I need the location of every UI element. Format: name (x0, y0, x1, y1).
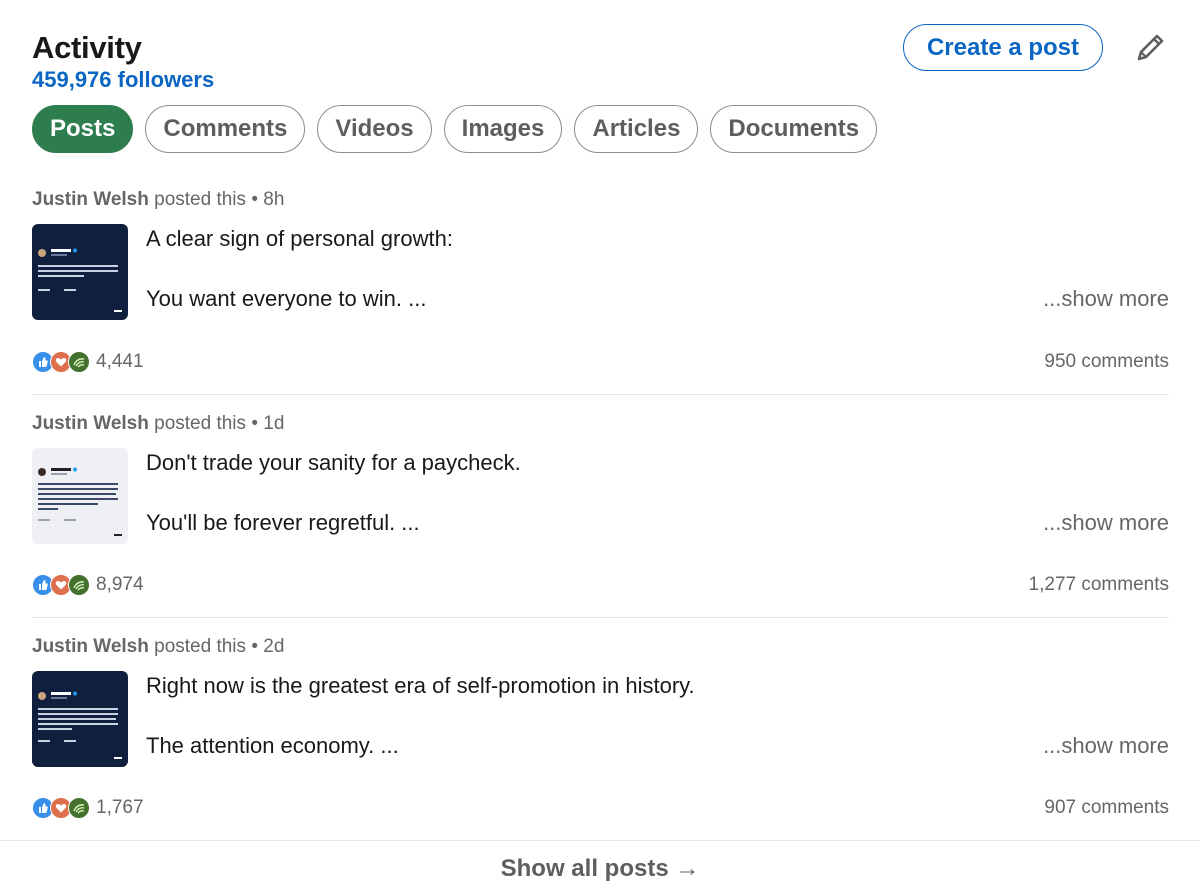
reaction-count: 1,767 (96, 797, 144, 818)
post-item[interactable]: Justin Welsh posted this • 1d Don't trad… (32, 412, 1169, 596)
post-body[interactable]: Don't trade your sanity for a paycheck. … (32, 448, 1169, 568)
post-text-line: A clear sign of personal growth: (146, 226, 453, 251)
show-all-posts-link[interactable]: Show all posts → (0, 855, 1200, 883)
divider (0, 840, 1200, 841)
filter-videos[interactable]: Videos (317, 105, 432, 153)
page-title: Activity (32, 30, 142, 65)
meta-separator: • (251, 413, 258, 434)
post-meta: Justin Welsh posted this • 1d (32, 412, 1169, 436)
post-action: posted this (154, 189, 247, 210)
pencil-icon (1137, 34, 1164, 61)
support-reaction-icon (68, 797, 90, 819)
comments-count[interactable]: 1,277 comments (1029, 574, 1169, 596)
support-reaction-icon (68, 574, 90, 596)
show-more-link[interactable]: ...show more (1043, 732, 1169, 760)
edit-button[interactable] (1132, 28, 1170, 66)
post-text-line: Right now is the greatest era of self-pr… (146, 673, 695, 698)
comments-count[interactable]: 950 comments (1044, 351, 1169, 373)
reactions-summary[interactable]: 8,974 (32, 574, 144, 596)
create-post-button[interactable]: Create a post (903, 24, 1103, 71)
post-body[interactable]: Right now is the greatest era of self-pr… (32, 671, 1169, 791)
reactions-summary[interactable]: 4,441 (32, 351, 144, 373)
filter-images[interactable]: Images (443, 105, 563, 153)
post-body[interactable]: A clear sign of personal growth: You wan… (32, 224, 1169, 344)
reactions-summary[interactable]: 1,767 (32, 797, 144, 819)
support-reaction-icon (68, 351, 90, 373)
post-item[interactable]: Justin Welsh posted this • 2d Right now … (32, 635, 1169, 819)
post-time: 1d (263, 413, 285, 434)
followers-count[interactable]: 459,976 followers (32, 67, 214, 93)
post-author[interactable]: Justin Welsh (32, 189, 149, 210)
reaction-count: 8,974 (96, 574, 144, 595)
divider (32, 394, 1169, 395)
comments-count[interactable]: 907 comments (1044, 797, 1169, 819)
post-time: 2d (263, 636, 285, 657)
post-text-line: The attention economy. ... (146, 733, 399, 758)
tweet-card-image (38, 691, 122, 759)
activity-header: Activity 459,976 followers (32, 28, 214, 93)
post-thumbnail[interactable] (32, 671, 128, 767)
post-text-line: You'll be forever regretful. ... (146, 510, 420, 535)
tweet-card-image (38, 248, 122, 312)
reaction-count: 4,441 (96, 351, 144, 372)
post-action: posted this (154, 636, 247, 657)
tweet-card-image (38, 467, 122, 536)
post-stats: 8,974 1,277 comments (32, 574, 1169, 600)
post-text-line: Don't trade your sanity for a paycheck. (146, 450, 521, 475)
post-text-line: You want everyone to win. ... (146, 286, 427, 311)
post-meta: Justin Welsh posted this • 8h (32, 188, 1169, 212)
filter-documents[interactable]: Documents (710, 105, 878, 153)
filter-tabs: Posts Comments Videos Images Articles Do… (32, 105, 878, 153)
post-action: posted this (154, 413, 247, 434)
filter-articles[interactable]: Articles (574, 105, 699, 153)
post-thumbnail[interactable] (32, 448, 128, 544)
show-more-link[interactable]: ...show more (1043, 509, 1169, 537)
post-thumbnail[interactable] (32, 224, 128, 320)
post-stats: 1,767 907 comments (32, 797, 1169, 823)
post-item[interactable]: Justin Welsh posted this • 8h A clear si… (32, 188, 1169, 373)
post-meta: Justin Welsh posted this • 2d (32, 635, 1169, 659)
post-author[interactable]: Justin Welsh (32, 413, 149, 434)
post-stats: 4,441 950 comments (32, 351, 1169, 377)
filter-posts[interactable]: Posts (32, 105, 134, 153)
divider (32, 617, 1169, 618)
post-time: 8h (263, 189, 285, 210)
show-more-link[interactable]: ...show more (1043, 285, 1169, 313)
meta-separator: • (251, 189, 258, 210)
post-author[interactable]: Justin Welsh (32, 636, 149, 657)
meta-separator: • (251, 636, 258, 657)
filter-comments[interactable]: Comments (145, 105, 306, 153)
